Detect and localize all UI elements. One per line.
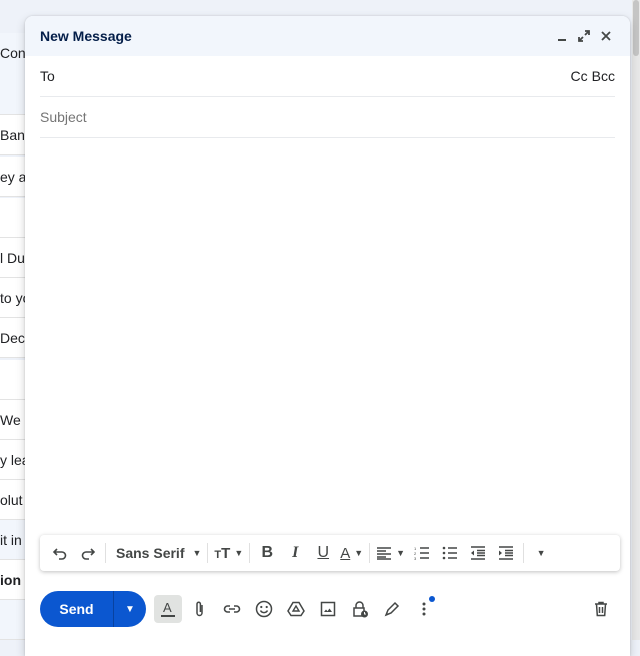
compose-title: New Message [40, 28, 132, 44]
bulleted-list-icon [442, 546, 458, 560]
formatting-options-icon: A [161, 600, 175, 617]
discard-icon [595, 601, 607, 617]
formatting-toolbar: Sans Serif ▼ TT ▼ B I U A ▼ ▼ 123 ▼ [40, 535, 620, 571]
formatting-options-button[interactable]: A [154, 595, 182, 623]
bcc-link[interactable]: Bcc [592, 68, 615, 84]
close-icon[interactable] [597, 27, 615, 45]
emoji-icon [255, 600, 273, 618]
separator [523, 543, 525, 563]
caret-down-icon: ▼ [354, 548, 364, 558]
compose-window: New Message To Cc Bcc Subject Sans Serif… [25, 16, 630, 656]
indent-more-button[interactable] [492, 539, 520, 567]
text-color-button[interactable]: A ▼ [337, 539, 366, 567]
redo-button[interactable] [74, 539, 102, 567]
insert-link-button[interactable] [218, 595, 246, 623]
align-left-icon [377, 547, 392, 560]
confidential-mode-button[interactable] [346, 595, 374, 623]
subject-field[interactable] [40, 97, 615, 138]
insert-photo-button[interactable] [314, 595, 342, 623]
scrollbar-thumb[interactable] [633, 0, 639, 56]
svg-text:3: 3 [414, 556, 417, 560]
align-button[interactable]: ▼ [373, 539, 408, 567]
more-formatting-button[interactable]: ▼ [527, 539, 555, 567]
font-select[interactable]: Sans Serif ▼ [109, 539, 204, 567]
underline-button[interactable]: U [309, 539, 337, 567]
to-input[interactable] [62, 68, 571, 84]
numbered-list-button[interactable]: 123 [408, 539, 436, 567]
separator [207, 543, 209, 563]
more-options-button[interactable] [410, 595, 438, 623]
indent-less-button[interactable] [464, 539, 492, 567]
font-name: Sans Serif [116, 545, 185, 561]
bulleted-list-button[interactable] [436, 539, 464, 567]
message-body[interactable] [40, 138, 615, 528]
minimize-icon[interactable] [553, 27, 571, 45]
separator [105, 543, 106, 563]
link-icon [223, 605, 241, 613]
confidential-icon [353, 601, 368, 618]
signature-icon [384, 601, 400, 617]
caret-down-icon: ▼ [234, 548, 244, 558]
cc-link[interactable]: Cc [571, 68, 588, 84]
to-field[interactable]: To Cc Bcc [40, 56, 615, 97]
indent-less-icon [471, 546, 486, 560]
more-options-icon [422, 602, 426, 616]
compose-bottom-bar: Send ▼ A [40, 591, 615, 627]
fullscreen-icon[interactable] [575, 27, 593, 45]
indent-more-icon [499, 546, 514, 560]
numbered-list-icon: 123 [414, 546, 430, 560]
drive-icon [287, 601, 305, 617]
photo-icon [320, 601, 336, 617]
send-button-group: Send ▼ [40, 591, 146, 627]
emoji-button[interactable] [250, 595, 278, 623]
italic-button[interactable]: I [281, 539, 309, 567]
attach-button[interactable] [186, 595, 214, 623]
text-size-button[interactable]: TT ▼ [211, 539, 246, 567]
signature-button[interactable] [378, 595, 406, 623]
undo-button[interactable] [46, 539, 74, 567]
compose-header[interactable]: New Message [25, 16, 630, 56]
discard-draft-button[interactable] [587, 595, 615, 623]
send-button[interactable]: Send [40, 591, 113, 627]
caret-down-icon: ▼ [192, 548, 202, 558]
scrollbar[interactable] [632, 0, 640, 640]
bold-icon: B [261, 544, 274, 561]
schedule-send-button[interactable]: ▼ [113, 591, 146, 627]
drive-button[interactable] [282, 595, 310, 623]
caret-down-icon: ▼ [536, 548, 546, 558]
caret-down-icon: ▼ [396, 548, 406, 558]
underline-icon: U [317, 544, 330, 561]
italic-icon: I [292, 544, 299, 561]
text-color-icon: A [340, 544, 351, 562]
to-label: To [40, 68, 55, 84]
subject-input[interactable] [40, 109, 615, 125]
text-size-icon: TT [214, 544, 231, 562]
separator [369, 543, 371, 563]
separator [249, 543, 251, 563]
svg-text:A: A [163, 600, 172, 615]
caret-down-icon: ▼ [125, 603, 135, 615]
notification-dot [429, 596, 435, 602]
attach-icon [196, 601, 203, 617]
bold-button[interactable]: B [253, 539, 281, 567]
